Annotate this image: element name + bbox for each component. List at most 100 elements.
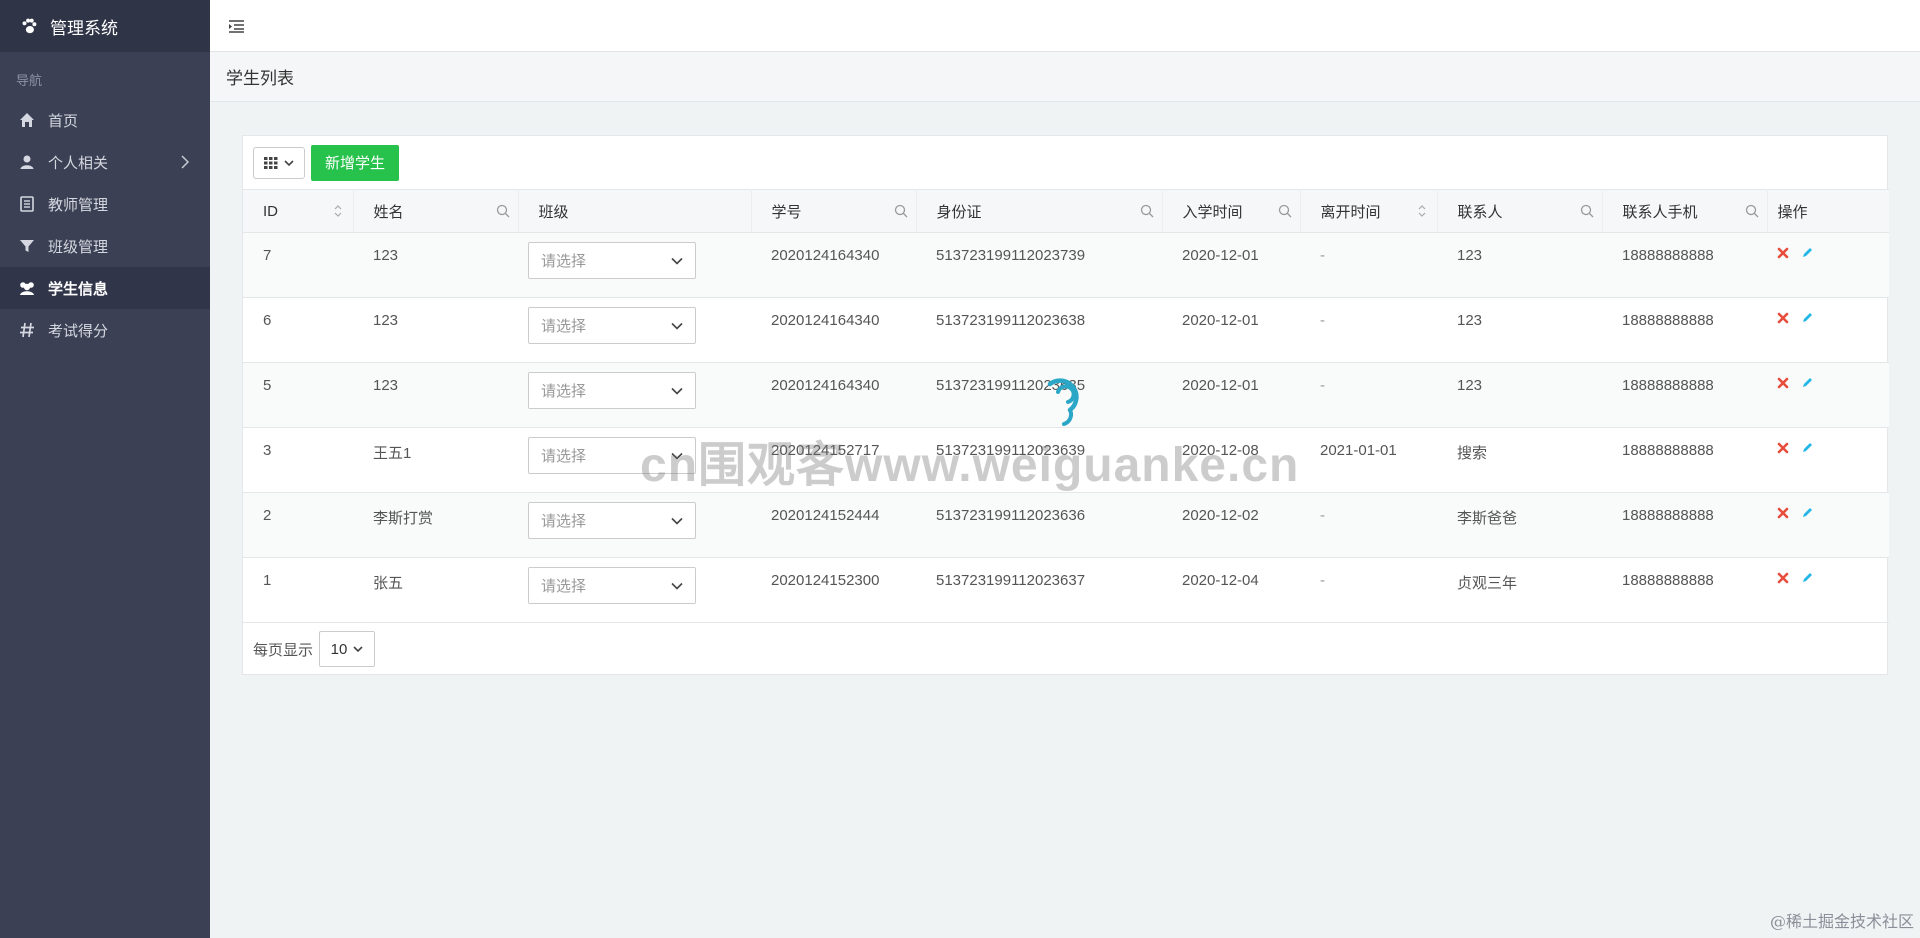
user-icon xyxy=(18,153,36,171)
sidebar-item-personal[interactable]: 个人相关 xyxy=(0,141,210,183)
edit-icon[interactable] xyxy=(1801,572,1813,584)
cell-leave: - xyxy=(1320,247,1325,264)
chevron-down-icon xyxy=(353,646,363,653)
cell-enroll: 2020-12-02 xyxy=(1182,507,1259,524)
cell-class: 请选择 xyxy=(518,363,751,428)
table-row: 7 123 请选择 2020124164340 513723199112023739 20… xyxy=(243,232,1889,298)
delete-icon[interactable] xyxy=(1777,377,1789,389)
users-icon xyxy=(18,279,36,297)
sidebar-item-students[interactable]: 学生信息 xyxy=(0,267,210,309)
delete-icon[interactable] xyxy=(1777,507,1789,519)
grid-icon xyxy=(264,156,278,169)
brand[interactable]: 管理系统 xyxy=(0,0,210,52)
edit-icon[interactable] xyxy=(1801,507,1813,519)
sort-icon[interactable] xyxy=(1415,204,1429,218)
chevron-down-icon xyxy=(671,582,683,590)
cell-id: 1 xyxy=(263,572,272,589)
edit-icon[interactable] xyxy=(1801,442,1813,454)
cell-name: 王五1 xyxy=(373,445,412,462)
sidebar-item-teachers[interactable]: 教师管理 xyxy=(0,183,210,225)
cell-id-card: 513723199112023635 xyxy=(936,377,1086,394)
sidebar-item-label: 考试得分 xyxy=(48,322,109,340)
menu-toggle-icon[interactable] xyxy=(228,18,246,34)
cell-name: 123 xyxy=(373,377,399,394)
column-header-enroll-date[interactable]: 入学时间 xyxy=(1162,189,1301,233)
sidebar-item-scores[interactable]: 考试得分 xyxy=(0,309,210,351)
cell-id: 5 xyxy=(263,377,272,394)
column-header-id[interactable]: ID xyxy=(243,189,354,233)
column-header-contact[interactable]: 联系人 xyxy=(1437,189,1603,233)
cell-phone: 18888888888 xyxy=(1622,247,1714,264)
cell-name: 李斯打赏 xyxy=(373,510,434,527)
columns-toggle-button[interactable] xyxy=(253,146,305,179)
sort-icon[interactable] xyxy=(331,204,345,218)
cell-student-no: 2020124164340 xyxy=(771,377,880,394)
search-icon[interactable] xyxy=(1278,204,1292,218)
class-select-placeholder: 请选择 xyxy=(541,383,587,400)
hash-icon xyxy=(18,321,36,339)
sidebar-item-home[interactable]: 首页 xyxy=(0,99,210,141)
class-select[interactable]: 请选择 xyxy=(528,242,696,279)
edit-icon[interactable] xyxy=(1801,312,1813,324)
column-header-id-card[interactable]: 身份证 xyxy=(916,189,1163,233)
cell-contact: 123 xyxy=(1457,377,1483,394)
cell-class: 请选择 xyxy=(518,493,751,558)
table-row: 1 张五 请选择 2020124152300 513723199112023637 202… xyxy=(243,558,1889,623)
class-select[interactable]: 请选择 xyxy=(528,567,696,604)
cell-class: 请选择 xyxy=(518,233,751,298)
add-student-button[interactable]: 新增学生 xyxy=(311,144,400,181)
class-select[interactable]: 请选择 xyxy=(528,502,696,539)
watermark: cn围观客www.weiguanke.cn xyxy=(640,439,1300,492)
source-credit: @稀土掘金技术社区 xyxy=(1769,912,1914,931)
delete-icon[interactable] xyxy=(1777,247,1789,259)
cell-name: 123 xyxy=(373,247,399,264)
edit-icon[interactable] xyxy=(1801,247,1813,259)
class-select-placeholder: 请选择 xyxy=(541,578,587,595)
cell-enroll: 2020-12-04 xyxy=(1182,572,1259,589)
page-title: 学生列表 xyxy=(210,52,1920,102)
sidebar-item-label: 学生信息 xyxy=(48,280,109,298)
column-header-class: 班级 xyxy=(518,189,752,233)
search-icon[interactable] xyxy=(1580,204,1594,218)
book-icon xyxy=(18,195,36,213)
search-icon[interactable] xyxy=(894,204,908,218)
cell-phone: 18888888888 xyxy=(1622,377,1714,394)
cell-name: 张五 xyxy=(373,575,404,592)
page-size-select[interactable]: 10 xyxy=(319,631,376,667)
sidebar-item-classes[interactable]: 班级管理 xyxy=(0,225,210,267)
column-header-student-no[interactable]: 学号 xyxy=(751,189,917,233)
sidebar: 管理系统 导航 首页 个人相关 教师管理 班级管理 学生信息 考试得分 xyxy=(0,0,210,938)
delete-icon[interactable] xyxy=(1777,312,1789,324)
cell-phone: 18888888888 xyxy=(1622,507,1714,524)
column-header-contact-phone[interactable]: 联系人手机 xyxy=(1602,189,1768,233)
delete-icon[interactable] xyxy=(1777,442,1789,454)
sidebar-item-label: 首页 xyxy=(48,112,79,130)
brand-title: 管理系统 xyxy=(50,18,118,38)
chevron-down-icon xyxy=(671,517,683,525)
table-header-row: ID 姓名 班级 学号 身份证 入学时间 离开时间 联系人 联系人手机 操作 xyxy=(243,189,1889,233)
column-label: 姓名 xyxy=(373,203,404,221)
cell-id: 6 xyxy=(263,312,272,329)
search-icon[interactable] xyxy=(1745,204,1759,218)
cell-contact: 贞观三年 xyxy=(1457,575,1518,592)
column-label: 班级 xyxy=(538,203,569,221)
search-icon[interactable] xyxy=(1140,204,1154,218)
class-select[interactable]: 请选择 xyxy=(528,372,696,409)
class-select[interactable]: 请选择 xyxy=(528,307,696,344)
cell-actions xyxy=(1767,363,1889,428)
column-header-leave-date[interactable]: 离开时间 xyxy=(1300,189,1438,233)
edit-icon[interactable] xyxy=(1801,377,1813,389)
column-header-name[interactable]: 姓名 xyxy=(353,189,519,233)
cell-student-no: 2020124152300 xyxy=(771,572,880,589)
delete-icon[interactable] xyxy=(1777,572,1789,584)
chevron-down-icon xyxy=(671,387,683,395)
cell-class: 请选择 xyxy=(518,558,751,623)
chevron-right-icon xyxy=(181,155,190,169)
cell-name: 123 xyxy=(373,312,399,329)
cell-contact: 搜索 xyxy=(1457,445,1488,462)
class-select-placeholder: 请选择 xyxy=(541,448,587,465)
cell-id-card: 513723199112023636 xyxy=(936,507,1086,524)
cell-leave: - xyxy=(1320,572,1325,589)
search-icon[interactable] xyxy=(496,204,510,218)
column-label: ID xyxy=(263,202,278,220)
